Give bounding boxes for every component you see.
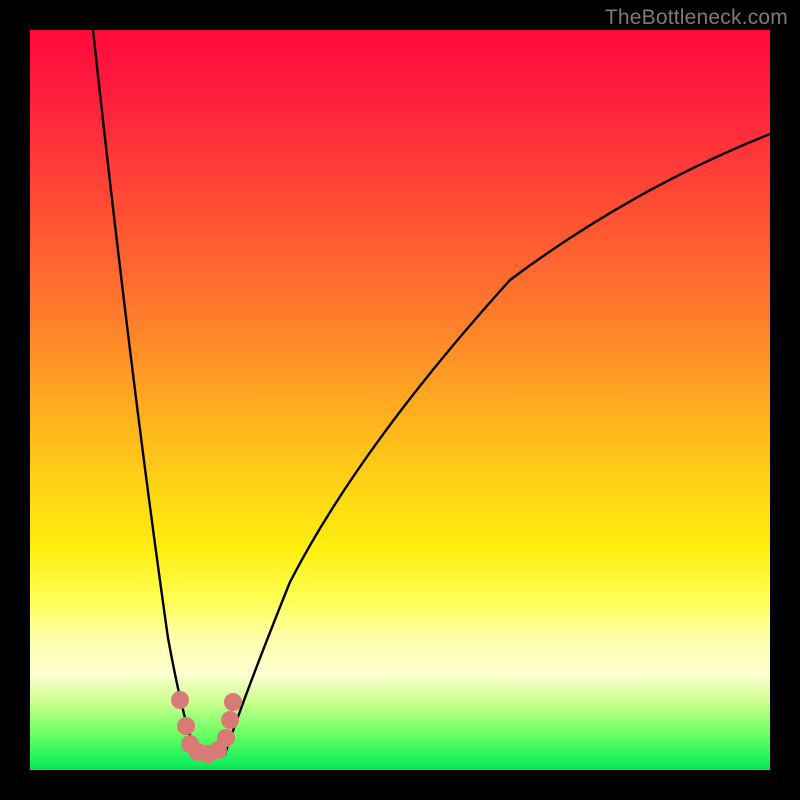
chart-frame: TheBottleneck.com xyxy=(0,0,800,800)
plot-area xyxy=(30,30,770,770)
watermark-text: TheBottleneck.com xyxy=(605,6,788,30)
curve-left xyxy=(93,30,197,754)
curve-right xyxy=(225,134,770,754)
curve-layer xyxy=(30,30,770,770)
valley-markers xyxy=(171,691,242,763)
